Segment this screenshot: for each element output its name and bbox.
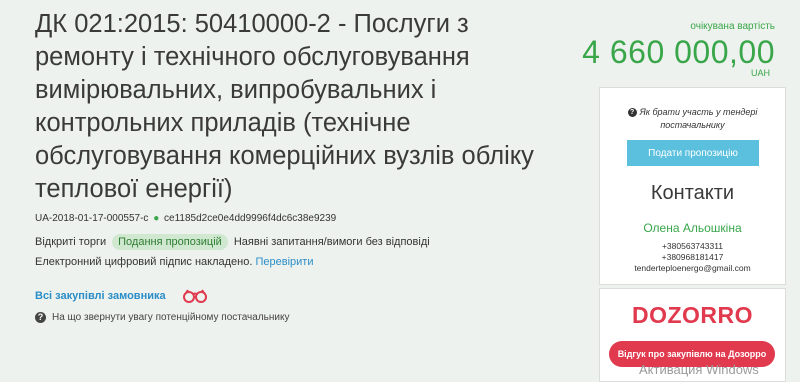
expected-value-amount: 4 660 000,00 [582,34,775,70]
verify-link[interactable]: Перевірити [255,256,313,268]
windows-activation-watermark: Активация Windows [639,362,759,377]
tender-id: UA-2018-01-17-000557-c [35,213,149,224]
contacts-title: Контакти [650,182,735,204]
how-to-participate-link[interactable]: ? Як брати участь у тендері постачальнику [600,106,785,132]
attention-row[interactable]: ? На що звернути увагу потенційному пост… [35,312,289,323]
sidebar-panel: ? Як брати участь у тендері постачальнику… [599,87,786,285]
currency-label: UAH [750,68,770,78]
status-badge: Подання пропозицій [112,234,228,250]
procedure-type: Відкриті торги [35,236,107,248]
question-icon: ? [627,108,637,118]
submit-proposal-button[interactable]: Подати пропозицію [627,140,759,166]
contact-email[interactable]: tenderteploenergo@gmail.com [600,263,785,273]
tender-title: ДК 021:2015: 50410000-2 - Послуги з ремо… [35,10,534,203]
separator-dot: ● [153,213,160,224]
contact-name: Олена Альошкіна [643,221,742,235]
question-icon: ? [35,312,46,323]
all-purchases-row: Всі закупівлі замовника [35,289,208,303]
signature-row: Електронний цифровий підпис накладено. П… [35,256,313,268]
all-purchases-link[interactable]: Всі закупівлі замовника [35,290,166,302]
signature-text: Електронний цифровий підпис накладено. [35,256,253,268]
status-row: Відкриті торги Подання пропозицій Наявні… [35,234,430,250]
tender-id-line: UA-2018-01-17-000557-c ● ce1185d2ce0e4dd… [35,213,336,224]
binoculars-icon[interactable] [182,289,208,303]
how-to-text[interactable]: Як брати участь у тендері постачальнику [640,107,758,130]
dozorro-logo: DOZORRO [631,302,754,328]
questions-note: Наявні запитання/вимоги без відповіді [233,236,430,248]
expected-value-label: очікувана вартість [690,21,775,32]
contact-phone-2: +380968181417 [661,252,724,262]
attention-note[interactable]: На що звернути увагу потенційному постач… [52,312,289,323]
contact-phone-1: +380563743311 [661,241,724,251]
tender-hash: ce1185d2ce0e4dd9996f4dc6c38e9239 [164,213,337,224]
